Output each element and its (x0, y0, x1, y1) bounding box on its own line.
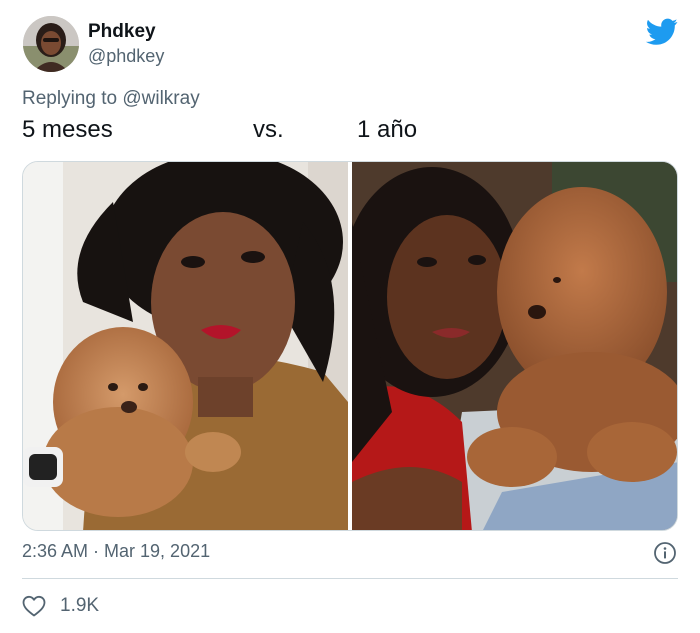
photo-right-image (352, 162, 677, 530)
avatar[interactable] (23, 16, 79, 72)
display-name[interactable]: Phdkey (88, 21, 156, 43)
tweet-text-middle: vs. (253, 116, 284, 143)
tweet-text-right: 1 año (357, 116, 418, 143)
tweet-text-left: 5 meses (22, 116, 113, 143)
tweet-card: Phdkey @phdkey Replying to @wilkray 5 me… (0, 0, 700, 633)
info-icon[interactable] (653, 541, 677, 565)
twitter-bird-icon[interactable] (646, 18, 678, 46)
replying-to-line: Replying to @wilkray (22, 88, 200, 110)
avatar-image (23, 16, 79, 72)
media-grid (22, 161, 678, 531)
like-button[interactable]: 1.9K (22, 593, 99, 619)
photo-right[interactable] (352, 162, 677, 530)
divider (22, 578, 678, 579)
like-count: 1.9K (60, 595, 100, 616)
photo-left-image (23, 162, 348, 530)
mentioned-user-link[interactable]: @wilkray (122, 88, 199, 109)
replying-to-prefix: Replying to (22, 88, 123, 109)
photo-left[interactable] (23, 162, 348, 530)
user-handle[interactable]: @phdkey (88, 46, 164, 67)
tweet-timestamp[interactable]: 2:36 AM · Mar 19, 2021 (22, 541, 210, 562)
heart-icon (22, 595, 46, 617)
